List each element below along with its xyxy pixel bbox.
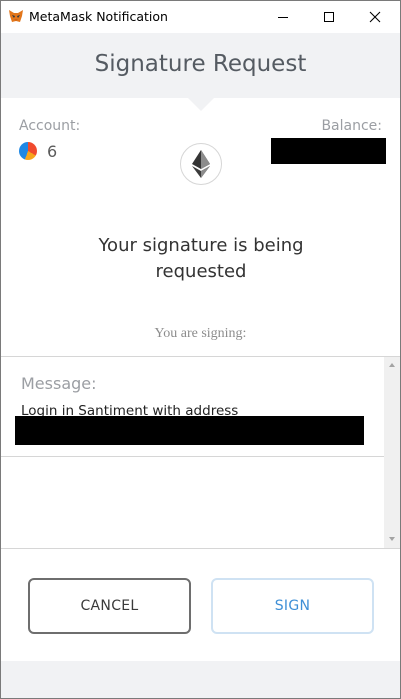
network-badge (180, 143, 222, 185)
message-container[interactable]: Message: Login in Santiment with address (1, 356, 400, 549)
account-name: 6 (47, 142, 58, 161)
title-bar[interactable]: MetaMask Notification (1, 1, 400, 33)
signing-label: You are signing: (154, 326, 247, 341)
ethereum-icon (192, 150, 210, 178)
maximize-icon (324, 12, 334, 22)
message-address-redacted (15, 416, 364, 445)
message-label: Message: (21, 374, 97, 393)
signature-heading: Your signature is being requested (61, 233, 341, 285)
page-header: Signature Request (1, 33, 400, 98)
signature-heading-line1: Your signature is being (98, 235, 304, 256)
minimize-button[interactable] (260, 1, 306, 33)
metamask-notification-window: MetaMask Notification Signature Request … (0, 0, 401, 699)
window-title: MetaMask Notification (29, 9, 168, 24)
header-notch (187, 97, 215, 111)
balance-value-redacted (271, 138, 386, 164)
scroll-up-button[interactable] (384, 359, 400, 371)
minimize-icon (278, 16, 288, 18)
message-row: Message: Login in Santiment with address (1, 357, 384, 457)
close-icon (369, 11, 381, 23)
scroll-down-button[interactable] (384, 533, 400, 545)
maximize-button[interactable] (306, 1, 352, 33)
sign-button[interactable]: SIGN (211, 578, 374, 634)
close-button[interactable] (352, 1, 398, 33)
message-scrollbar[interactable] (384, 357, 400, 548)
scroll-down-arrow-icon (389, 537, 395, 541)
page-title: Signature Request (94, 51, 307, 77)
account-label: Account: (19, 118, 81, 134)
signature-heading-line2: requested (155, 261, 247, 282)
scroll-up-arrow-icon (389, 363, 395, 367)
footer-strip (1, 661, 400, 698)
account-avatar (19, 142, 37, 160)
cancel-button[interactable]: CANCEL (28, 578, 191, 634)
balance-label: Balance: (321, 118, 382, 134)
metamask-fox-icon (9, 10, 23, 22)
